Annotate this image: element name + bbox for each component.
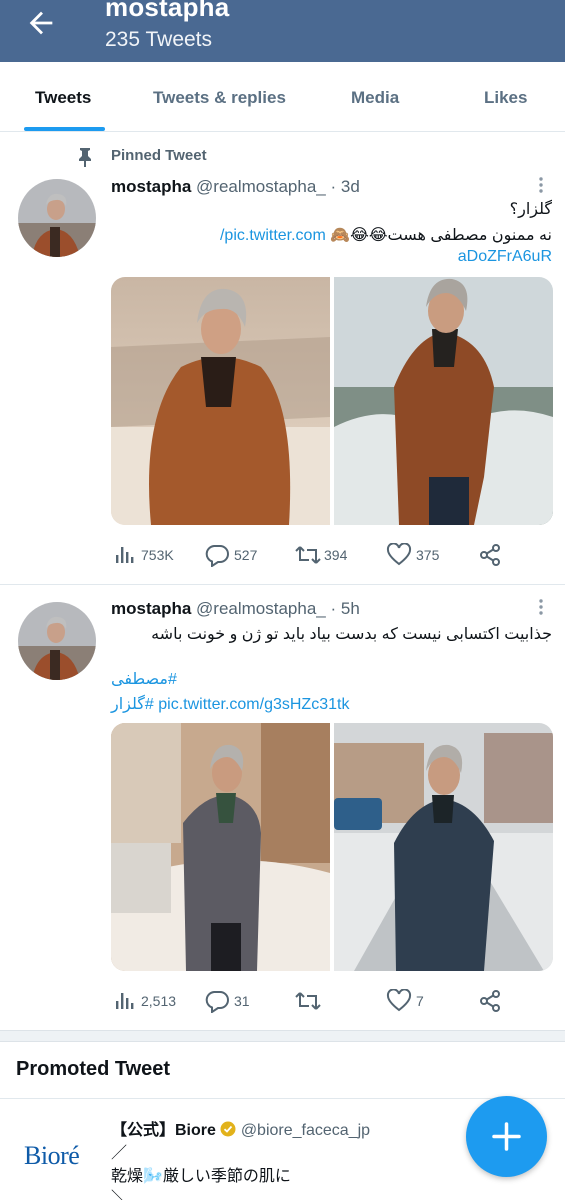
- like-count: 7: [416, 993, 424, 1009]
- tweet-time: · 3d: [330, 177, 360, 196]
- author-handle[interactable]: @biore_faceca_jp: [241, 1122, 370, 1139]
- tweet-media-link[interactable]: pic.twitter.com/g3sHZc31tk: [158, 696, 349, 713]
- tweet-count: 235 Tweets: [105, 28, 213, 51]
- tweet-photo[interactable]: [334, 277, 553, 525]
- compose-plus-icon: [492, 1122, 521, 1151]
- retweet-icon: [295, 546, 321, 564]
- advertiser-logo[interactable]: Bioré: [24, 1141, 80, 1171]
- more-icon[interactable]: [537, 598, 545, 616]
- compose-tweet-button[interactable]: [466, 1096, 547, 1177]
- author-name[interactable]: mostapha: [111, 599, 191, 618]
- views-icon: [116, 993, 134, 1009]
- share-icon: [480, 544, 500, 566]
- tweet-actions: 2,513 31 7: [114, 989, 514, 1013]
- tweet-time: · 5h: [330, 599, 360, 618]
- promoted-text-line: 乾燥🌬️厳しい季節の肌に: [111, 1168, 291, 1185]
- tweet-media-link[interactable]: pic.twitter.com/: [220, 227, 326, 244]
- reply-icon: [205, 991, 229, 1013]
- promoted-text-line: ／: [111, 1145, 128, 1162]
- profile-tabs: Tweets Tweets & replies Media Likes: [0, 62, 565, 132]
- author-name[interactable]: 【公式】Biore: [111, 1122, 216, 1139]
- pinned-tweet-text: Pinned Tweet: [111, 147, 207, 164]
- more-icon[interactable]: [537, 176, 545, 194]
- back-arrow-icon[interactable]: [24, 6, 58, 40]
- tab-tweets[interactable]: Tweets: [35, 88, 91, 108]
- tweet-author-line: mostapha @realmostapha_ · 5h: [111, 599, 360, 619]
- author-handle[interactable]: @realmostapha_: [196, 599, 326, 618]
- tweet-actions: 753K 527 394 375: [114, 543, 514, 567]
- reply-count: 31: [234, 993, 250, 1009]
- promoted-text-line: ＼: [111, 1190, 128, 1200]
- reply-icon: [205, 545, 229, 567]
- like-count: 375: [416, 547, 440, 563]
- like-icon: [386, 989, 412, 1012]
- tweet-media-link[interactable]: aDoZFrA6uR: [458, 248, 552, 266]
- profile-name: mostapha: [105, 0, 230, 22]
- retweet-count: 394: [324, 547, 348, 563]
- tweet-divider: [0, 584, 565, 585]
- tweet-photo[interactable]: [111, 723, 330, 971]
- reply-count: 527: [234, 547, 258, 563]
- author-name[interactable]: mostapha: [111, 177, 191, 196]
- promoted-section-title: Promoted Tweet: [16, 1058, 171, 1080]
- pin-icon: [79, 148, 91, 167]
- views-icon: [116, 547, 134, 563]
- tweet-photo[interactable]: [334, 723, 553, 971]
- tweet-author-line: mostapha @realmostapha_ · 3d: [111, 177, 360, 197]
- retweet-icon: [295, 992, 321, 1010]
- tweet-text-line: جذابیت اکتسابی نیست که بدست بیاد باید تو…: [151, 626, 552, 643]
- avatar[interactable]: [18, 602, 96, 680]
- avatar[interactable]: [18, 179, 96, 257]
- share-icon: [480, 990, 500, 1012]
- tweet-text: نه ممنون مصطفی هست😂😂🙈: [330, 227, 552, 244]
- views-count: 2,513: [141, 993, 177, 1009]
- promoted-author-line: 【公式】Biore @biore_faceca_jp: [111, 1116, 370, 1140]
- tweet-text-line: گلزار؟: [509, 201, 552, 218]
- profile-header: mostapha 235 Tweets: [0, 0, 565, 62]
- views-count: 753K: [141, 547, 174, 563]
- tweet-text-line: نه ممنون مصطفی هست😂😂🙈 pic.twitter.com/: [220, 225, 552, 245]
- author-handle[interactable]: @realmostapha_: [196, 177, 326, 196]
- active-tab-indicator: [24, 127, 105, 131]
- tab-tweets-replies[interactable]: Tweets & replies: [153, 88, 286, 108]
- hashtag-link[interactable]: #گلزار: [111, 696, 154, 713]
- tweet-photo[interactable]: [111, 277, 330, 525]
- like-icon: [386, 543, 412, 566]
- hashtag-link[interactable]: #مصطفی: [111, 669, 177, 689]
- tweet-text-line: #گلزار pic.twitter.com/g3sHZc31tk: [111, 694, 349, 714]
- verified-icon: [220, 1121, 236, 1137]
- section-separator: [0, 1030, 565, 1042]
- tab-likes[interactable]: Likes: [484, 88, 527, 108]
- tab-media[interactable]: Media: [351, 88, 399, 108]
